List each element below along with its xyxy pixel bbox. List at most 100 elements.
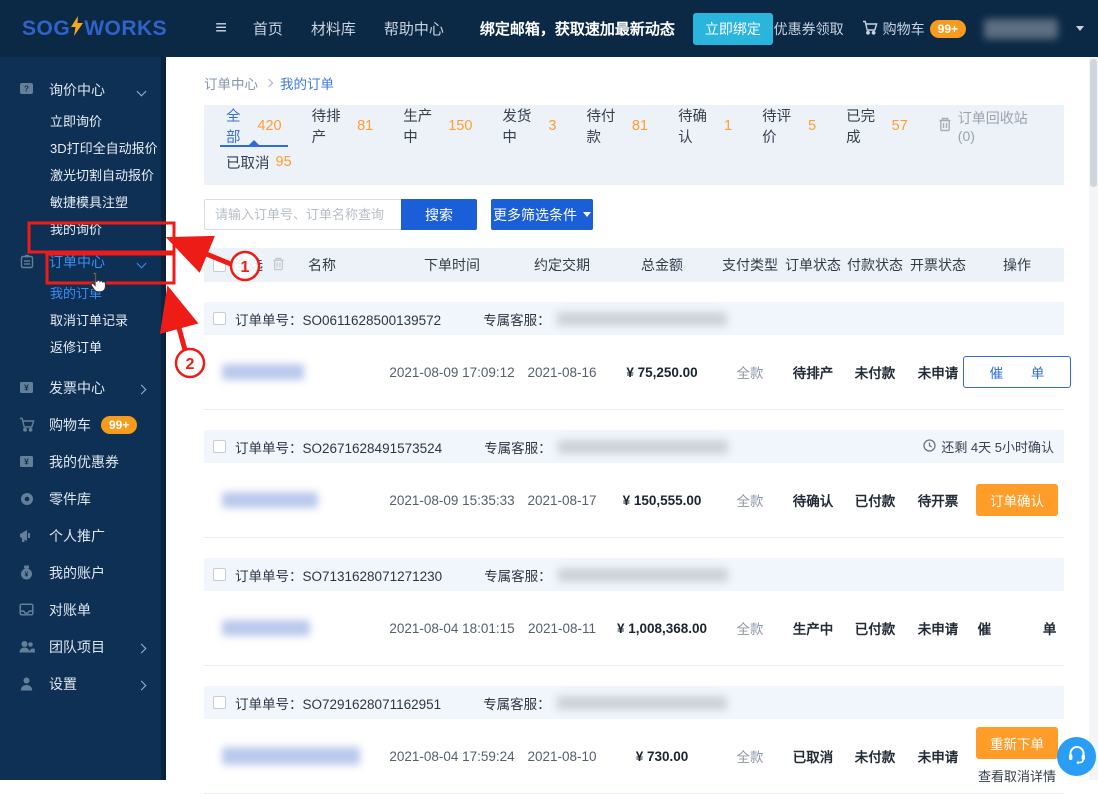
order-group: 订单单号：SO0611628500139572 专属客服： 2021-08-09…	[204, 302, 1064, 410]
sidebar-item-cancelled-order-records[interactable]: 取消订单记录	[0, 307, 161, 334]
breadcrumb: 订单中心 我的订单	[204, 73, 1064, 93]
breadcrumb-my-orders: 我的订单	[280, 73, 334, 93]
payment-type: 全款	[718, 490, 782, 510]
sidebar-item-my-coupons[interactable]: ¥ 我的优惠券	[0, 443, 161, 480]
sidebar-item-my-account[interactable]: ¥ 我的账户	[0, 554, 161, 591]
tab-shipping[interactable]: 发货中3	[502, 105, 556, 147]
reorder-button[interactable]: 重新下单	[976, 727, 1058, 759]
bind-email-notice: 绑定邮箱，获取速加最新动态	[480, 18, 675, 39]
tab-pending-confirmation[interactable]: 待确认1	[678, 105, 732, 147]
tab-all[interactable]: 全部420	[226, 105, 282, 147]
order-group-header: 订单单号：SO7131628071271230 专属客服：	[204, 558, 1064, 591]
nav-materials[interactable]: 材料库	[311, 18, 356, 39]
user-dropdown-caret-icon[interactable]	[1076, 26, 1084, 31]
sidebar-item-laser-cut-quote[interactable]: 激光切割自动报价	[0, 162, 161, 189]
scrollbar-thumb[interactable]	[1090, 59, 1097, 187]
payment-type: 全款	[718, 746, 782, 766]
tab-pending-review[interactable]: 待评价5	[762, 105, 816, 147]
bind-now-button[interactable]: 立即绑定	[693, 13, 773, 45]
select-all-label: 全选	[235, 255, 263, 275]
order-time: 2021-08-04 17:59:24	[386, 749, 518, 764]
sidebar-item-personal-promotion[interactable]: 个人推广	[0, 517, 161, 554]
select-all-checkbox[interactable]	[213, 259, 226, 272]
tab-pending-scheduling[interactable]: 待排产81	[312, 105, 374, 147]
trash-icon[interactable]	[272, 257, 285, 274]
order-status: 待排产	[782, 362, 844, 382]
order-name-blurred	[222, 492, 318, 508]
confirmation-countdown: 还剩 4天 5小时确认	[923, 437, 1054, 456]
tab-completed[interactable]: 已完成57	[846, 105, 908, 147]
svg-text:?: ?	[24, 85, 29, 94]
order-time: 2021-08-09 15:35:33	[386, 493, 518, 508]
sidebar-item-inquiry-center[interactable]: ? 询价中心	[0, 71, 161, 108]
sidebar-item-invoice-center[interactable]: ¥ 发票中心	[0, 369, 161, 406]
order-search-input[interactable]	[204, 199, 401, 230]
more-filters-button[interactable]: 更多筛选条件	[491, 199, 593, 230]
sidebar-item-order-center[interactable]: 订单中心	[0, 243, 161, 280]
total-amount: ¥ 730.00	[606, 749, 718, 764]
top-navbar: SOG WORKS ≡ 首页 材料库 帮助中心 绑定邮箱，获取速加最新动态 立即…	[0, 0, 1098, 57]
sidebar-item-repair-orders[interactable]: 返修订单	[0, 334, 161, 361]
order-name-blurred	[222, 747, 360, 765]
menu-hamburger-icon[interactable]: ≡	[215, 17, 227, 40]
tabs-row-2: 已取消95	[226, 147, 1042, 177]
order-checkbox[interactable]	[213, 440, 226, 453]
breadcrumb-order-center[interactable]: 订单中心	[204, 73, 258, 93]
total-amount: ¥ 1,008,368.00	[606, 621, 718, 636]
column-total-amount: 总金额	[606, 255, 718, 275]
order-row[interactable]: 2021-08-04 18:01:15 2021-08-11 ¥ 1,008,3…	[204, 591, 1064, 666]
search-button[interactable]: 搜索	[401, 199, 477, 230]
sidebar-item-parts-library[interactable]: 零件库	[0, 480, 161, 517]
customer-service-blurred	[557, 312, 727, 326]
nav-help-center[interactable]: 帮助中心	[384, 18, 444, 39]
sidebar-item-team-projects[interactable]: 团队项目	[0, 628, 161, 665]
logo-text-right: WORKS	[84, 17, 167, 41]
sidebar-item-settings[interactable]: 设置	[0, 665, 161, 702]
view-cancel-details-link[interactable]: 查看取消详情	[978, 766, 1056, 785]
sidebar-item-my-inquiries[interactable]: 我的询价	[0, 216, 161, 243]
chevron-right-icon	[138, 380, 145, 396]
lightning-bolt-icon	[71, 16, 83, 42]
order-row[interactable]: 2021-08-04 17:59:24 2021-08-10 ¥ 730.00 …	[204, 719, 1064, 794]
urge-order-text[interactable]: 催 单	[954, 618, 1081, 638]
urge-order-button[interactable]: 催 单	[963, 356, 1072, 388]
user-account-blurred[interactable]	[984, 19, 1058, 39]
tab-in-production[interactable]: 生产中150	[403, 105, 472, 147]
payment-type: 全款	[718, 362, 782, 382]
sidebar-item-3d-print-quote[interactable]: 3D打印全自动报价	[0, 135, 161, 162]
page-scrollbar[interactable]	[1089, 57, 1098, 780]
quote-question-icon: ?	[18, 82, 35, 97]
customer-support-chat-button[interactable]	[1057, 737, 1096, 776]
topbar-cart[interactable]: 购物车 99+	[862, 19, 966, 39]
order-row[interactable]: 2021-08-09 15:35:33 2021-08-17 ¥ 150,555…	[204, 463, 1064, 538]
column-order-time: 下单时间	[386, 255, 518, 275]
svg-text:¥: ¥	[25, 572, 29, 579]
order-number: SO0611628500139572	[303, 313, 442, 328]
tab-pending-payment[interactable]: 待付款81	[586, 105, 648, 147]
column-payment-type: 支付类型	[718, 255, 782, 275]
sidebar-item-my-orders[interactable]: 我的订单	[0, 280, 161, 307]
order-checkbox[interactable]	[213, 568, 226, 581]
sidebar-item-inquire-now[interactable]: 立即询价	[0, 108, 161, 135]
order-checkbox[interactable]	[213, 696, 226, 709]
confirm-order-button[interactable]: 订单确认	[976, 484, 1058, 516]
order-number: SO2671628491573524	[303, 441, 443, 456]
delivery-date: 2021-08-16	[518, 365, 606, 380]
delivery-date: 2021-08-10	[518, 749, 606, 764]
sidebar-item-agile-mold[interactable]: 敏捷模具注塑	[0, 189, 161, 216]
order-recycle-bin[interactable]: 订单回收站 (0)	[938, 108, 1042, 144]
column-delivery-date: 约定交期	[518, 255, 606, 275]
order-row[interactable]: 2021-08-09 17:09:12 2021-08-16 ¥ 75,250.…	[204, 335, 1064, 410]
sidebar-item-statement[interactable]: 对账单	[0, 591, 161, 628]
customer-service-blurred	[558, 568, 728, 582]
coupon-claim-link[interactable]: 优惠券领取	[774, 19, 844, 39]
tabs-row-1: 全部420 待排产81 生产中150 发货中3 待付款81 待确认1 待评价5 …	[226, 105, 1042, 147]
cart-count-badge: 99+	[930, 20, 966, 38]
nav-home[interactable]: 首页	[253, 18, 283, 39]
sidebar-item-cart[interactable]: 购物车 99+	[0, 406, 161, 443]
sogaworks-logo[interactable]: SOG WORKS	[22, 16, 167, 42]
coupon-ticket-icon: ¥	[18, 455, 35, 468]
delivery-date: 2021-08-11	[518, 621, 606, 636]
tab-cancelled[interactable]: 已取消95	[226, 147, 292, 177]
order-checkbox[interactable]	[213, 312, 226, 325]
